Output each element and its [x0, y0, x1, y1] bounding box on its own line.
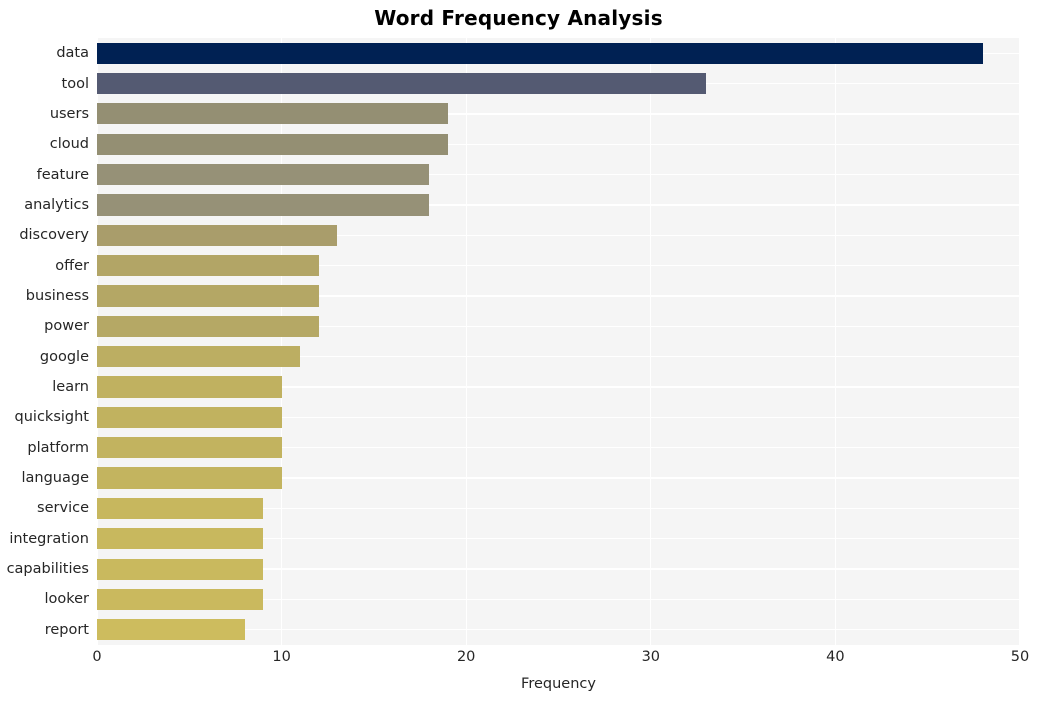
- bar: [97, 42, 984, 64]
- bar: [97, 619, 245, 641]
- y-axis-tick-label: users: [49, 105, 89, 122]
- y-axis-tick-labels: data tool users cloud feature analytics discov…: [0, 38, 89, 645]
- x-gridline: [280, 38, 283, 645]
- y-axis-tick-label: language: [21, 470, 89, 487]
- y-axis-tick-label: cloud: [49, 136, 89, 153]
- y-axis-tick-label: power: [44, 318, 89, 335]
- bar: [97, 133, 448, 155]
- bar: [97, 558, 264, 580]
- bar: [97, 588, 264, 611]
- x-axis-tick-label: 20: [456, 649, 476, 665]
- y-axis-tick-label: business: [25, 287, 89, 304]
- y-axis-tick-label: discovery: [19, 227, 89, 244]
- y-axis-tick-label: analytics: [24, 196, 89, 213]
- x-axis-tick-label: 10: [272, 649, 291, 665]
- bar: [97, 467, 282, 489]
- y-axis-tick-label: learn: [52, 379, 89, 396]
- y-axis-tick-label: capabilities: [6, 561, 89, 578]
- x-gridline: [650, 38, 652, 645]
- bar: [97, 224, 337, 246]
- y-axis-tick-label: feature: [36, 166, 89, 183]
- x-gridline: [465, 38, 467, 645]
- bar: [97, 103, 448, 125]
- plot-area: [97, 38, 1020, 645]
- x-gridline: [97, 38, 98, 645]
- bar: [97, 255, 319, 277]
- x-gridline: [834, 38, 837, 645]
- bar: [97, 437, 282, 459]
- y-axis-tick-label: data: [56, 45, 89, 62]
- bar: [97, 497, 264, 520]
- bar: [97, 163, 430, 186]
- x-axis-tick-label: 30: [641, 649, 661, 665]
- y-axis-tick-label: looker: [44, 591, 89, 608]
- y-axis-tick-label: service: [37, 500, 89, 517]
- y-axis-tick-label: google: [39, 348, 89, 365]
- x-axis-tick-label: 0: [92, 649, 102, 665]
- bar: [97, 528, 264, 550]
- x-gridline: [1019, 38, 1020, 645]
- bar: [97, 72, 707, 95]
- x-axis-title: Frequency: [521, 676, 596, 692]
- bar: [97, 194, 430, 216]
- bar: [97, 346, 301, 368]
- y-axis-tick-label: platform: [27, 439, 89, 456]
- y-axis-tick-label: quicksight: [14, 409, 89, 426]
- y-axis-tick-label: integration: [9, 530, 89, 547]
- bar: [97, 376, 282, 398]
- bar: [97, 315, 319, 337]
- bar: [97, 285, 319, 307]
- x-axis-tick-label: 40: [826, 649, 845, 665]
- y-axis-tick-label: tool: [61, 75, 89, 92]
- bar: [97, 406, 282, 428]
- y-axis-tick-label: offer: [55, 257, 89, 274]
- x-axis-tick-labels: 0 10 20 30 40 50: [92, 649, 1029, 674]
- y-axis-tick-label: report: [44, 621, 89, 638]
- x-axis-tick-label: 50: [1010, 649, 1030, 665]
- chart-figure: Word Frequency Analysis data tool users clo…: [0, 0, 1037, 701]
- page-title: Word Frequency Analysis: [374, 6, 663, 30]
